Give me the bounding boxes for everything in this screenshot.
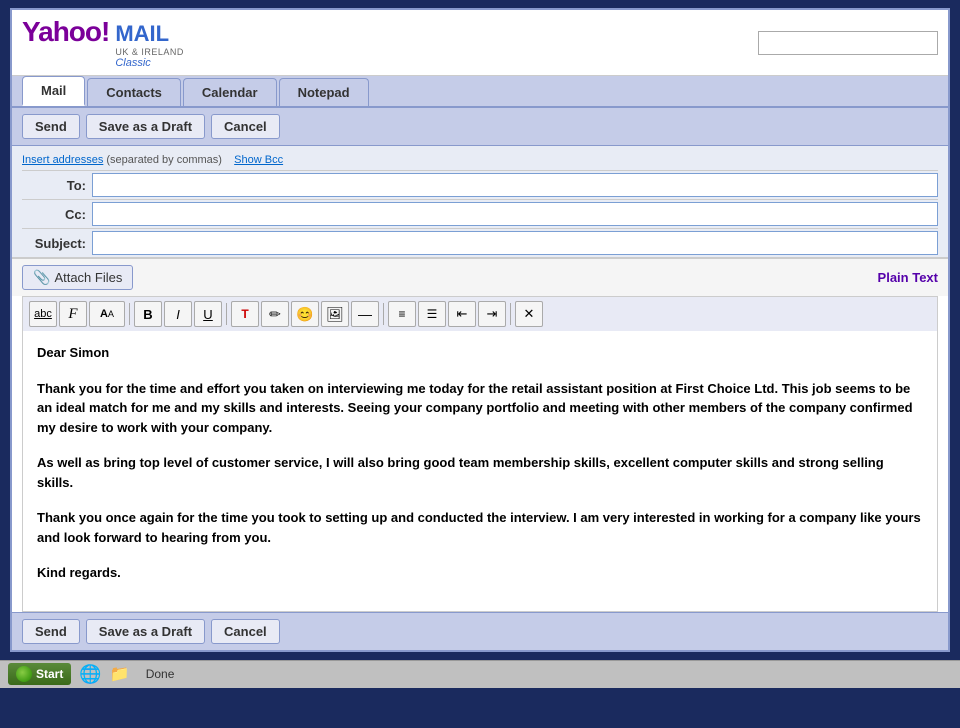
- toolbar-divider-3: [383, 303, 384, 325]
- start-button[interactable]: Start: [8, 663, 71, 685]
- tab-contacts[interactable]: Contacts: [87, 78, 181, 106]
- bottom-compose-toolbar: Send Save as a Draft Cancel: [12, 612, 948, 650]
- underline-button[interactable]: U: [194, 301, 222, 327]
- rich-toolbar: abc F AA B I U T ✏: [22, 296, 938, 331]
- indent-increase-button[interactable]: ⇥: [478, 301, 506, 327]
- bold-icon: B: [143, 307, 152, 322]
- to-label: To:: [22, 178, 92, 193]
- subject-label: Subject:: [22, 236, 92, 251]
- mail-label: MAIL: [115, 21, 184, 47]
- toolbar-divider-2: [226, 303, 227, 325]
- nav-tabs: Mail Contacts Calendar Notepad: [12, 76, 948, 108]
- spell-check-icon: abc: [34, 308, 52, 320]
- send-button-top[interactable]: Send: [22, 114, 80, 139]
- image-icon: 🖼: [326, 306, 344, 323]
- italic-icon: I: [176, 307, 180, 322]
- uk-ireland-label: UK & IRELAND: [115, 47, 184, 57]
- bold-button[interactable]: B: [134, 301, 162, 327]
- save-draft-button-bottom[interactable]: Save as a Draft: [86, 619, 205, 644]
- spell-check-button[interactable]: abc: [29, 301, 57, 327]
- cc-row: Cc:: [22, 199, 938, 228]
- compose-header: Insert addresses (separated by commas) S…: [12, 146, 948, 258]
- attach-files-button[interactable]: 📎 Attach Files: [22, 265, 133, 290]
- indent-decrease-icon: ⇤: [457, 306, 468, 322]
- address-hint: Insert addresses (separated by commas) S…: [22, 150, 938, 170]
- list-icon: ☰: [427, 307, 438, 321]
- subject-row: Subject:: [22, 228, 938, 257]
- horizontal-rule-icon: —: [358, 306, 372, 322]
- top-bar: Yahoo! MAIL UK & IRELAND Classic: [12, 10, 948, 76]
- insert-addresses-link[interactable]: Insert addresses: [22, 154, 103, 166]
- start-orb-icon: [16, 666, 32, 682]
- status-text: Done: [146, 667, 175, 681]
- underline-icon: U: [203, 307, 212, 322]
- tab-notepad[interactable]: Notepad: [279, 78, 369, 106]
- font-color-icon: T: [241, 307, 248, 321]
- horizontal-rule-button[interactable]: —: [351, 301, 379, 327]
- indent-decrease-button[interactable]: ⇤: [448, 301, 476, 327]
- greeting-paragraph: Dear Simon: [37, 343, 923, 363]
- status-bar: Start 🌐 📁 Done: [0, 660, 960, 688]
- cancel-button-bottom[interactable]: Cancel: [211, 619, 280, 644]
- address-hint-text: (separated by commas): [106, 154, 222, 166]
- send-button-bottom[interactable]: Send: [22, 619, 80, 644]
- email-body[interactable]: Dear Simon Thank you for the time and ef…: [22, 331, 938, 612]
- browser-window: Yahoo! MAIL UK & IRELAND Classic Mail Co…: [10, 8, 950, 652]
- toolbar-divider-4: [510, 303, 511, 325]
- emoticon-icon: 😊: [296, 306, 313, 323]
- yahoo-logo: Yahoo! MAIL UK & IRELAND Classic: [22, 16, 184, 69]
- start-label: Start: [36, 667, 63, 681]
- font-color-button[interactable]: T: [231, 301, 259, 327]
- font-family-button[interactable]: F: [59, 301, 87, 327]
- list-button[interactable]: ☰: [418, 301, 446, 327]
- font-size-button[interactable]: AA: [89, 301, 125, 327]
- to-input[interactable]: [92, 173, 938, 197]
- align-icon: ≡: [398, 307, 405, 321]
- yahoo-brand-text: Yahoo!: [22, 16, 109, 48]
- to-row: To:: [22, 170, 938, 199]
- highlight-button[interactable]: ✏: [261, 301, 289, 327]
- indent-increase-icon: ⇥: [487, 306, 498, 322]
- show-bcc-link[interactable]: Show Bcc: [234, 154, 283, 166]
- align-button[interactable]: ≡: [388, 301, 416, 327]
- image-button[interactable]: 🖼: [321, 301, 349, 327]
- classic-label: Classic: [115, 57, 184, 69]
- regards-paragraph: Kind regards.: [37, 563, 923, 583]
- clear-format-button[interactable]: ✕: [515, 301, 543, 327]
- search-input[interactable]: [758, 31, 938, 55]
- font-size-icon: AA: [100, 308, 114, 320]
- italic-button[interactable]: I: [164, 301, 192, 327]
- subject-input[interactable]: [92, 231, 938, 255]
- tab-mail[interactable]: Mail: [22, 76, 85, 106]
- toolbar-divider-1: [129, 303, 130, 325]
- folder-icon[interactable]: 📁: [110, 664, 130, 684]
- cc-input[interactable]: [92, 202, 938, 226]
- mail-branding: MAIL UK & IRELAND Classic: [115, 21, 184, 69]
- ie-icon[interactable]: 🌐: [79, 664, 101, 685]
- plain-text-link[interactable]: Plain Text: [878, 270, 938, 285]
- emoticon-button[interactable]: 😊: [291, 301, 319, 327]
- skills-paragraph: As well as bring top level of customer s…: [37, 453, 923, 492]
- font-family-icon: F: [68, 306, 77, 323]
- highlight-icon: ✏: [269, 306, 281, 323]
- cc-label: Cc:: [22, 207, 92, 222]
- compose-body-area: abc F AA B I U T ✏: [12, 296, 948, 612]
- save-draft-button-top[interactable]: Save as a Draft: [86, 114, 205, 139]
- attach-row: 📎 Attach Files Plain Text: [12, 258, 948, 296]
- clear-format-icon: ✕: [524, 306, 535, 322]
- attach-files-label: Attach Files: [54, 270, 122, 285]
- top-compose-toolbar: Send Save as a Draft Cancel: [12, 108, 948, 146]
- closing-paragraph: Thank you once again for the time you to…: [37, 508, 923, 547]
- cancel-button-top[interactable]: Cancel: [211, 114, 280, 139]
- intro-paragraph: Thank you for the time and effort you ta…: [37, 379, 923, 438]
- paperclip-icon: 📎: [33, 269, 50, 286]
- tab-calendar[interactable]: Calendar: [183, 78, 277, 106]
